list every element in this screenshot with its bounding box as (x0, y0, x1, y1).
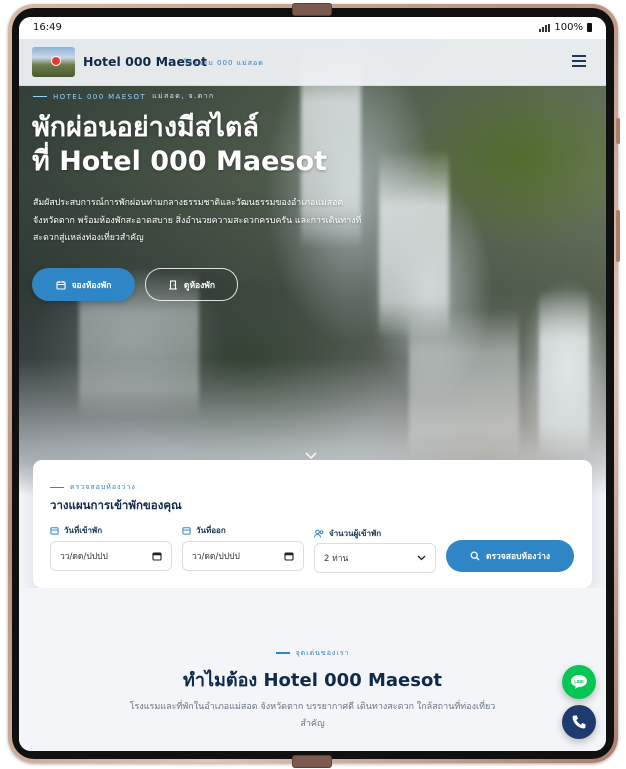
search-icon (470, 551, 480, 561)
features-description: โรงแรมและที่พักในอำเภอแม่สอด จังหวัดตาก … (129, 702, 496, 729)
hamburger-icon[interactable] (572, 55, 586, 67)
call-button[interactable] (562, 705, 596, 739)
guests-label: จำนวนผู้เข้าพัก (314, 527, 381, 540)
booking-eyebrow: ตรวจสอบห้องว่าง (50, 482, 136, 493)
status-bar: 16:49 100% (19, 17, 606, 39)
hero-title-line1: พักผ่อนอย่างมีสไตล์ (32, 112, 259, 143)
checkout-label-text: วันที่ออก (196, 526, 226, 535)
hero-background (19, 39, 606, 495)
hotel-logo[interactable] (32, 47, 75, 77)
screen: 16:49 100% Hotel 000 Maesot โรงแรม 000 แ… (19, 17, 606, 751)
hinge-bottom (292, 755, 332, 768)
booking-title: วางแผนการเข้าพักของคุณ (50, 498, 182, 512)
features-section: จุดเด่นของเรา ทำไมต้อง Hotel 000 Maesot … (19, 588, 606, 751)
features-title: ทำไมต้อง Hotel 000 Maesot (183, 670, 442, 691)
checkout-placeholder: วว/ดด/ปปปป (192, 552, 240, 562)
checkin-label: วันที่เข้าพัก (50, 524, 102, 537)
guests-select[interactable]: 2 ท่าน (314, 543, 436, 573)
side-button (616, 210, 620, 262)
check-availability-label: ตรวจสอบห้องว่าง (485, 552, 551, 562)
book-room-button[interactable]: จองห้องพัก (32, 268, 135, 301)
line-logo-text: LINE (574, 679, 584, 684)
navbar: Hotel 000 Maesot โรงแรม 000 แม่สอด (19, 39, 606, 86)
hinge-top (292, 3, 332, 16)
line-chat-button[interactable]: LINE (562, 665, 596, 699)
calendar-picker-icon[interactable] (152, 551, 162, 561)
hero-eyebrow: HOTEL 000 MAESOT แม่สอด, จ.ตาก (33, 91, 215, 102)
phone-icon (571, 714, 587, 730)
guests-value: 2 ท่าน (324, 554, 349, 564)
hero-title-line2: ที่ Hotel 000 Maesot (32, 146, 327, 177)
checkin-placeholder: วว/ดด/ปปปป (60, 552, 108, 562)
checkout-date-input[interactable]: วว/ดด/ปปปป (182, 541, 304, 571)
calendar-icon (56, 280, 66, 290)
check-availability-button[interactable]: ตรวจสอบห้องว่าง (446, 540, 574, 572)
chevron-down-icon (417, 555, 426, 561)
guests-label-text: จำนวนผู้เข้าพัก (329, 529, 382, 538)
booking-card: ตรวจสอบห้องว่าง วางแผนการเข้าพักของคุณ ว… (33, 460, 592, 588)
calendar-icon (50, 526, 59, 535)
users-icon (314, 529, 324, 538)
volume-button (616, 118, 620, 144)
door-icon (168, 279, 178, 290)
battery-icon (587, 23, 592, 32)
hero-title: พักผ่อนอย่างมีสไตล์ ที่ Hotel 000 Maesot (32, 111, 327, 179)
hero-lead: สัมผัสประสบการณ์การพักผ่อนท่ามกลางธรรมชา… (33, 198, 362, 243)
calendar-picker-icon[interactable] (284, 551, 294, 561)
booking-eyebrow-text: ตรวจสอบห้องว่าง (70, 483, 136, 491)
checkin-label-text: วันที่เข้าพัก (64, 526, 103, 535)
checkin-date-input[interactable]: วว/ดด/ปปปป (50, 541, 172, 571)
view-rooms-button[interactable]: ดูห้องพัก (145, 268, 238, 301)
status-time: 16:49 (33, 22, 62, 33)
brand-subtitle: โรงแรม 000 แม่สอด (184, 59, 264, 67)
calendar-icon (182, 526, 191, 535)
line-chat-icon: LINE (570, 674, 588, 690)
hero-location: แม่สอด, จ.ตาก (152, 92, 215, 100)
hero-eyebrow-text: HOTEL 000 MAESOT (53, 92, 147, 101)
features-eyebrow-text: จุดเด่นของเรา (295, 649, 350, 657)
features-eyebrow: จุดเด่นของเรา (19, 648, 606, 659)
signal-icon (539, 23, 551, 32)
battery-percent: 100% (554, 22, 583, 33)
view-rooms-label: ดูห้องพัก (183, 280, 216, 291)
checkout-label: วันที่ออก (182, 524, 226, 537)
book-room-label: จองห้องพัก (71, 280, 112, 291)
